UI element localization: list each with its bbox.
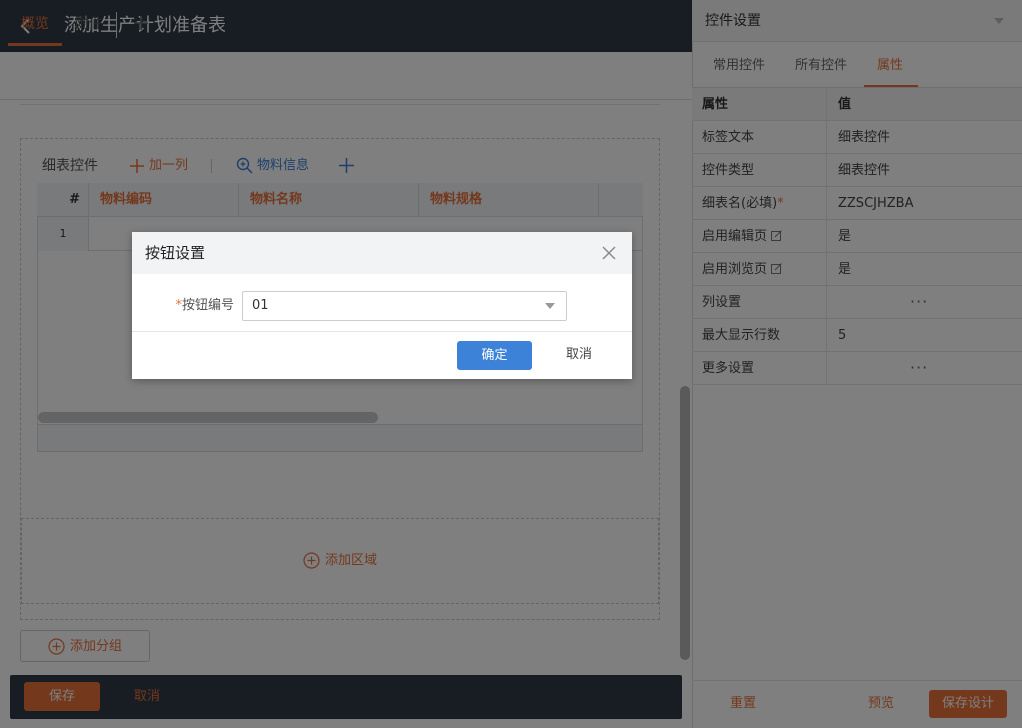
- button-number-select[interactable]: [242, 291, 567, 321]
- close-icon[interactable]: [601, 245, 617, 261]
- field-label-text: 按钮编号: [181, 298, 234, 313]
- button-number-label: *按钮编号: [158, 297, 234, 315]
- dialog-header: [132, 232, 632, 274]
- select-value[interactable]: 01: [252, 297, 269, 315]
- divider: [132, 331, 632, 332]
- confirm-button[interactable]: 确定: [457, 341, 532, 370]
- dialog-cancel-button[interactable]: 取消: [566, 346, 592, 364]
- dialog-title: 按钮设置: [145, 244, 206, 262]
- caret-down-icon[interactable]: [545, 303, 555, 309]
